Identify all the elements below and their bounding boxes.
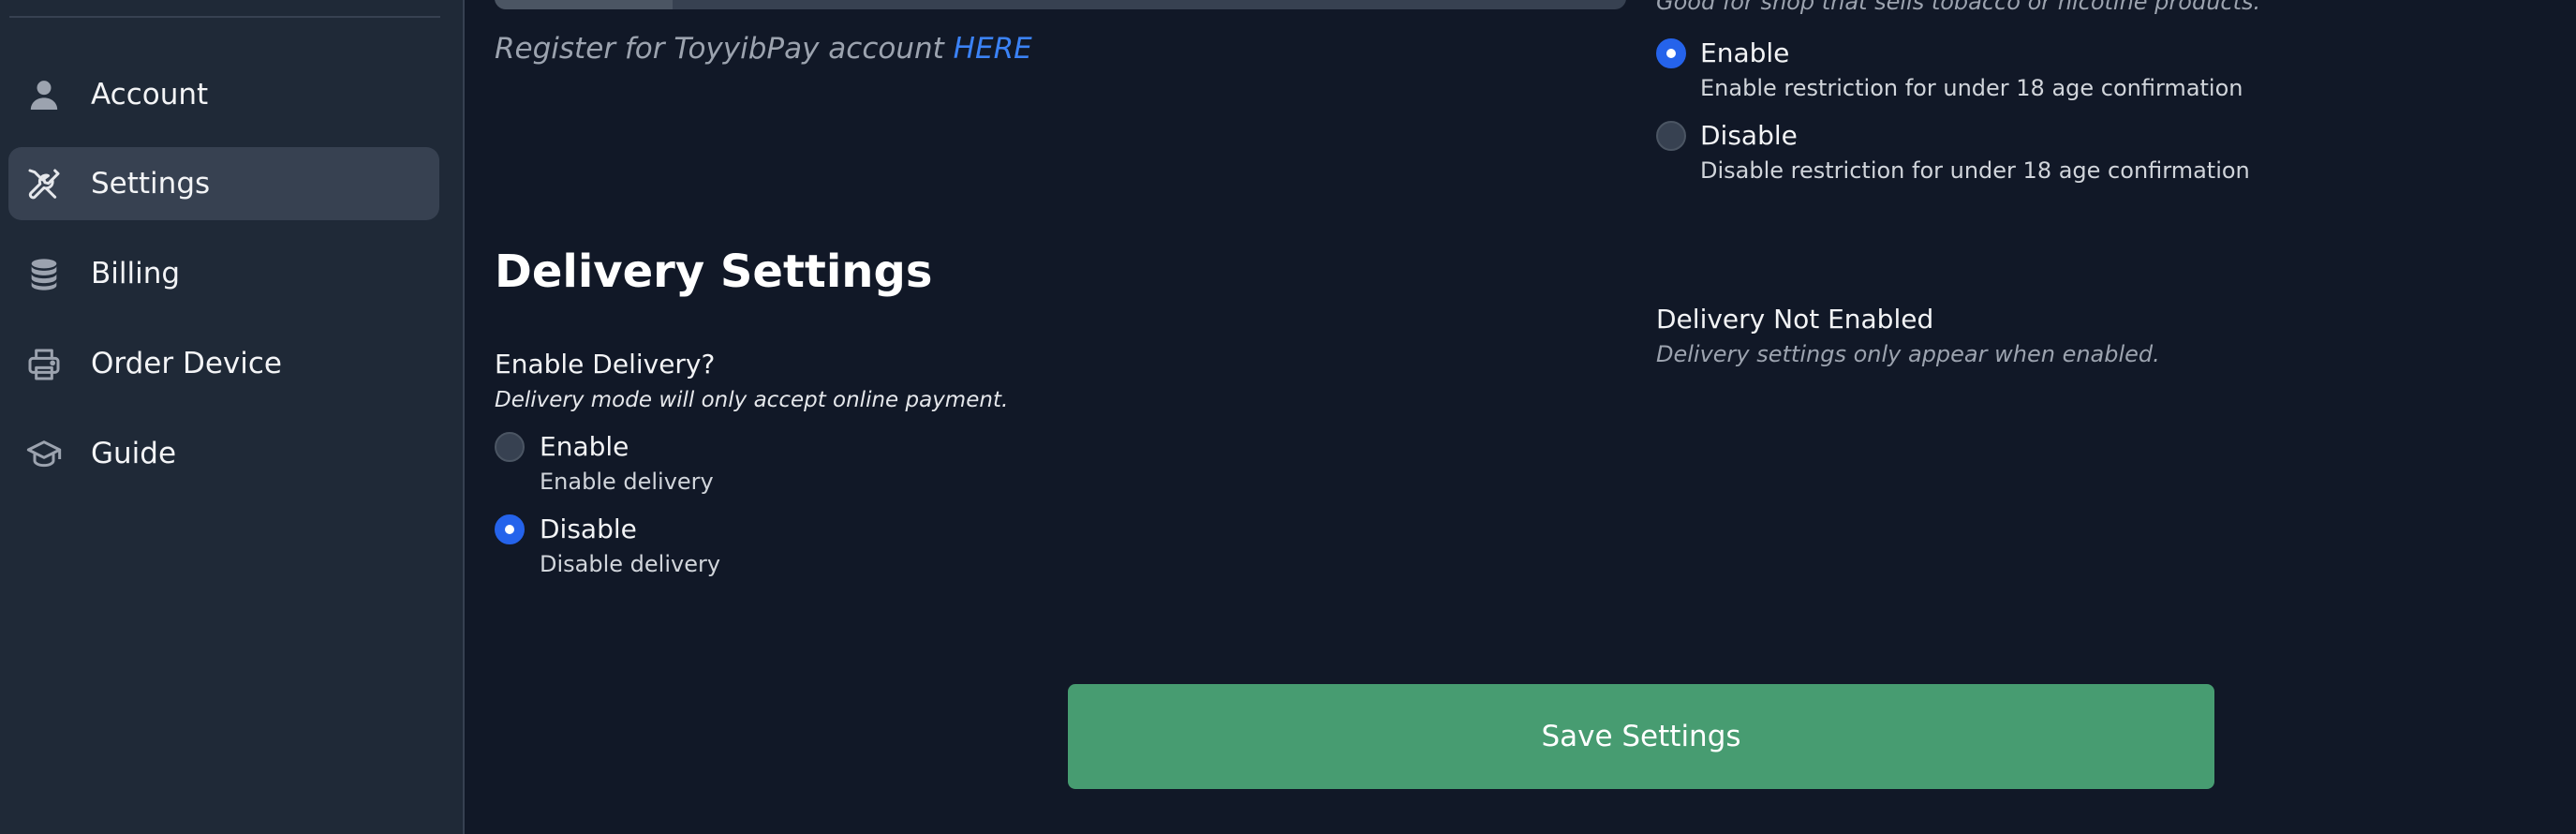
graduation-cap-icon bbox=[25, 436, 63, 473]
delivery-enable-radio[interactable] bbox=[495, 432, 525, 462]
sidebar-item-label: Guide bbox=[91, 437, 177, 470]
sidebar-item-label: Settings bbox=[91, 167, 211, 201]
settings-main: Register for ToyyibPay account HERE Good… bbox=[466, 0, 2576, 834]
age-restriction-enable-description: Enable restriction for under 18 age conf… bbox=[1700, 75, 2243, 101]
register-link[interactable]: HERE bbox=[954, 32, 1032, 66]
age-restriction-disable-radio[interactable] bbox=[1656, 121, 1686, 151]
register-label: Register for ToyyibPay account bbox=[495, 32, 944, 66]
enable-delivery-label: Enable Delivery? bbox=[495, 349, 716, 380]
sidebar-item-order-device[interactable]: Order Device bbox=[8, 327, 439, 400]
delivery-disable-label: Disable bbox=[540, 514, 637, 544]
user-icon bbox=[25, 77, 63, 114]
sidebar-item-label: Billing bbox=[91, 257, 181, 290]
save-settings-button[interactable]: Save Settings bbox=[1068, 684, 2214, 789]
sidebar-item-settings[interactable]: Settings bbox=[8, 147, 439, 220]
sidebar-item-account[interactable]: Account bbox=[8, 58, 439, 131]
sidebar-item-label: Account bbox=[91, 78, 209, 112]
sidebar-item-guide[interactable]: Guide bbox=[8, 417, 439, 490]
delivery-disable-description: Disable delivery bbox=[540, 551, 721, 577]
age-restriction-disable-label: Disable bbox=[1700, 120, 1798, 151]
tools-icon bbox=[25, 166, 63, 203]
delivery-enable-label: Enable bbox=[540, 431, 629, 462]
age-restriction-disable-description: Disable restriction for under 18 age con… bbox=[1700, 157, 2250, 184]
age-restriction-enable-radio[interactable] bbox=[1656, 38, 1686, 68]
delivery-settings-title: Delivery Settings bbox=[495, 246, 933, 298]
printer-icon bbox=[25, 346, 63, 383]
delivery-disable-radio[interactable] bbox=[495, 514, 525, 544]
sidebar: Account Settings Billing Order Device Gu… bbox=[0, 0, 465, 834]
delivery-enable-description: Enable delivery bbox=[540, 469, 714, 495]
sidebar-item-billing[interactable]: Billing bbox=[8, 237, 439, 310]
sidebar-item-label: Order Device bbox=[91, 347, 282, 380]
delivery-not-enabled-title: Delivery Not Enabled bbox=[1656, 304, 1934, 335]
coin-stack-icon bbox=[25, 256, 63, 293]
register-text: Register for ToyyibPay account HERE bbox=[495, 32, 1032, 66]
delivery-not-enabled-help: Delivery settings only appear when enabl… bbox=[1656, 341, 2160, 367]
enable-delivery-help: Delivery mode will only accept online pa… bbox=[495, 388, 1009, 412]
input-addon bbox=[495, 0, 673, 9]
age-restriction-help: Good for shop that sells tobacco or nico… bbox=[1656, 0, 2261, 15]
age-restriction-enable-label: Enable bbox=[1700, 37, 1790, 68]
sidebar-divider bbox=[9, 16, 440, 18]
payment-key-input[interactable] bbox=[495, 0, 1626, 9]
